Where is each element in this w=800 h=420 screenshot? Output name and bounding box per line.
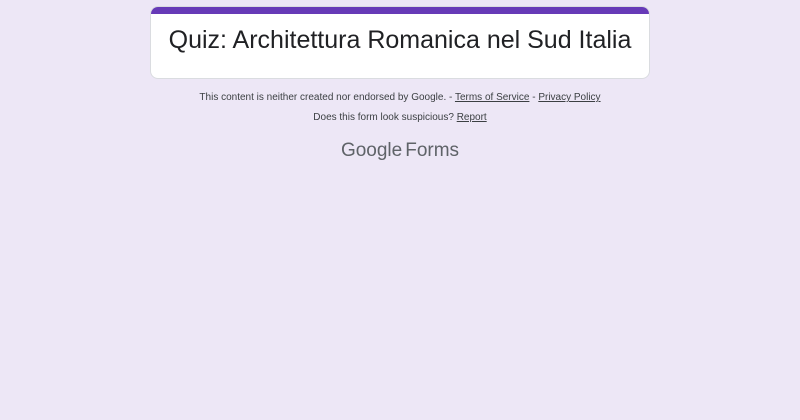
disclaimer-text: This content is neither created nor endo… (199, 92, 447, 103)
google-forms-logo[interactable]: Google Forms (0, 139, 800, 163)
google-wordmark: Google (340, 140, 403, 161)
report-line: Does this form look suspicious? Report (0, 111, 800, 125)
suspicious-text: Does this form look suspicious? (313, 112, 457, 123)
form-header-card: Quiz: Architettura Romanica nel Sud Ital… (150, 6, 650, 79)
form-title: Quiz: Architettura Romanica nel Sud Ital… (168, 26, 632, 54)
report-link[interactable]: Report (457, 112, 487, 123)
disclaimer-line: This content is neither created nor endo… (0, 91, 800, 105)
separator: - (446, 92, 455, 103)
forms-wordmark: Forms (405, 140, 460, 161)
privacy-policy-link[interactable]: Privacy Policy (538, 92, 600, 103)
separator: - (529, 92, 539, 103)
card-accent-bar (151, 7, 649, 14)
terms-of-service-link[interactable]: Terms of Service (455, 92, 529, 103)
